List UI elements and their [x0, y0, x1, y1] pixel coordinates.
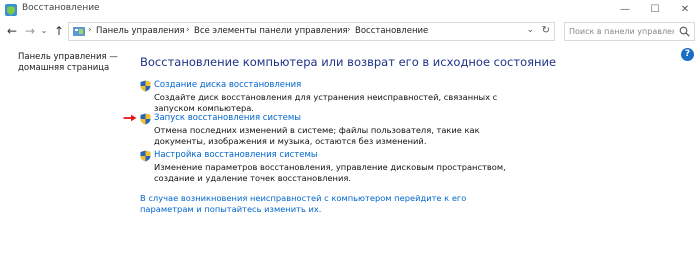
breadcrumb-recovery[interactable]: Восстановление — [355, 26, 428, 36]
title-bar: Восстановление — ☐ ✕ — [0, 0, 700, 20]
back-arrow-icon[interactable]: ← — [4, 23, 20, 39]
reset-pc-settings-link[interactable]: В случае возникновения неисправностей с … — [140, 193, 510, 215]
home-link-line2[interactable]: домашняя страница — [18, 63, 118, 74]
create-recovery-drive-link[interactable]: Создание диска восстановления — [154, 80, 301, 90]
uac-shield-icon — [140, 80, 151, 92]
start-system-restore-link[interactable]: Запуск восстановления системы — [154, 113, 301, 123]
breadcrumb-separator-icon: › — [186, 25, 190, 35]
minimize-button[interactable]: — — [610, 0, 640, 20]
home-link-line1[interactable]: Панель управления — — [18, 52, 118, 63]
control-panel-window: Восстановление — ☐ ✕ ← → ⌄ ↑ › Панель уп… — [0, 0, 700, 256]
page-title: Восстановление компьютера или возврат ег… — [140, 55, 557, 69]
navigation-bar: ← → ⌄ ↑ › Панель управления › Все элемен… — [0, 21, 700, 43]
search-box[interactable] — [564, 22, 695, 41]
control-panel-icon — [73, 27, 85, 36]
close-button[interactable]: ✕ — [670, 0, 700, 20]
control-panel-home-link[interactable]: Панель управления — домашняя страница — [18, 52, 118, 74]
refresh-icon[interactable]: ↻ — [542, 25, 550, 36]
recent-locations-chevron-icon[interactable]: ⌄ — [39, 23, 49, 39]
forward-arrow-icon[interactable]: → — [22, 23, 38, 39]
red-arrow-icon — [123, 114, 137, 122]
recovery-shield-icon — [5, 4, 17, 16]
address-dropdown-icon[interactable]: ⌄ — [526, 25, 534, 35]
help-icon[interactable]: ? — [681, 48, 694, 61]
search-icon[interactable] — [679, 26, 690, 37]
task-description: Отмена последних изменений в системе; фа… — [154, 125, 480, 146]
address-bar[interactable]: › Панель управления › Все элементы панел… — [68, 22, 555, 41]
up-arrow-icon[interactable]: ↑ — [51, 23, 67, 39]
uac-shield-icon — [140, 150, 151, 162]
uac-shield-icon — [140, 113, 151, 125]
search-input[interactable] — [569, 25, 674, 38]
task-description: Создайте диск восстановления для устране… — [154, 92, 498, 113]
configure-system-restore-link[interactable]: Настройка восстановления системы — [154, 150, 318, 160]
maximize-button[interactable]: ☐ — [640, 0, 670, 20]
window-title: Восстановление — [22, 3, 100, 13]
breadcrumb-separator-icon: › — [88, 25, 92, 35]
breadcrumb-separator-icon: › — [347, 25, 351, 35]
task-description: Изменение параметров восстановления, упр… — [154, 162, 506, 183]
breadcrumb-control-panel[interactable]: Панель управления — [96, 26, 185, 36]
breadcrumb-all-items[interactable]: Все элементы панели управления — [194, 26, 348, 36]
